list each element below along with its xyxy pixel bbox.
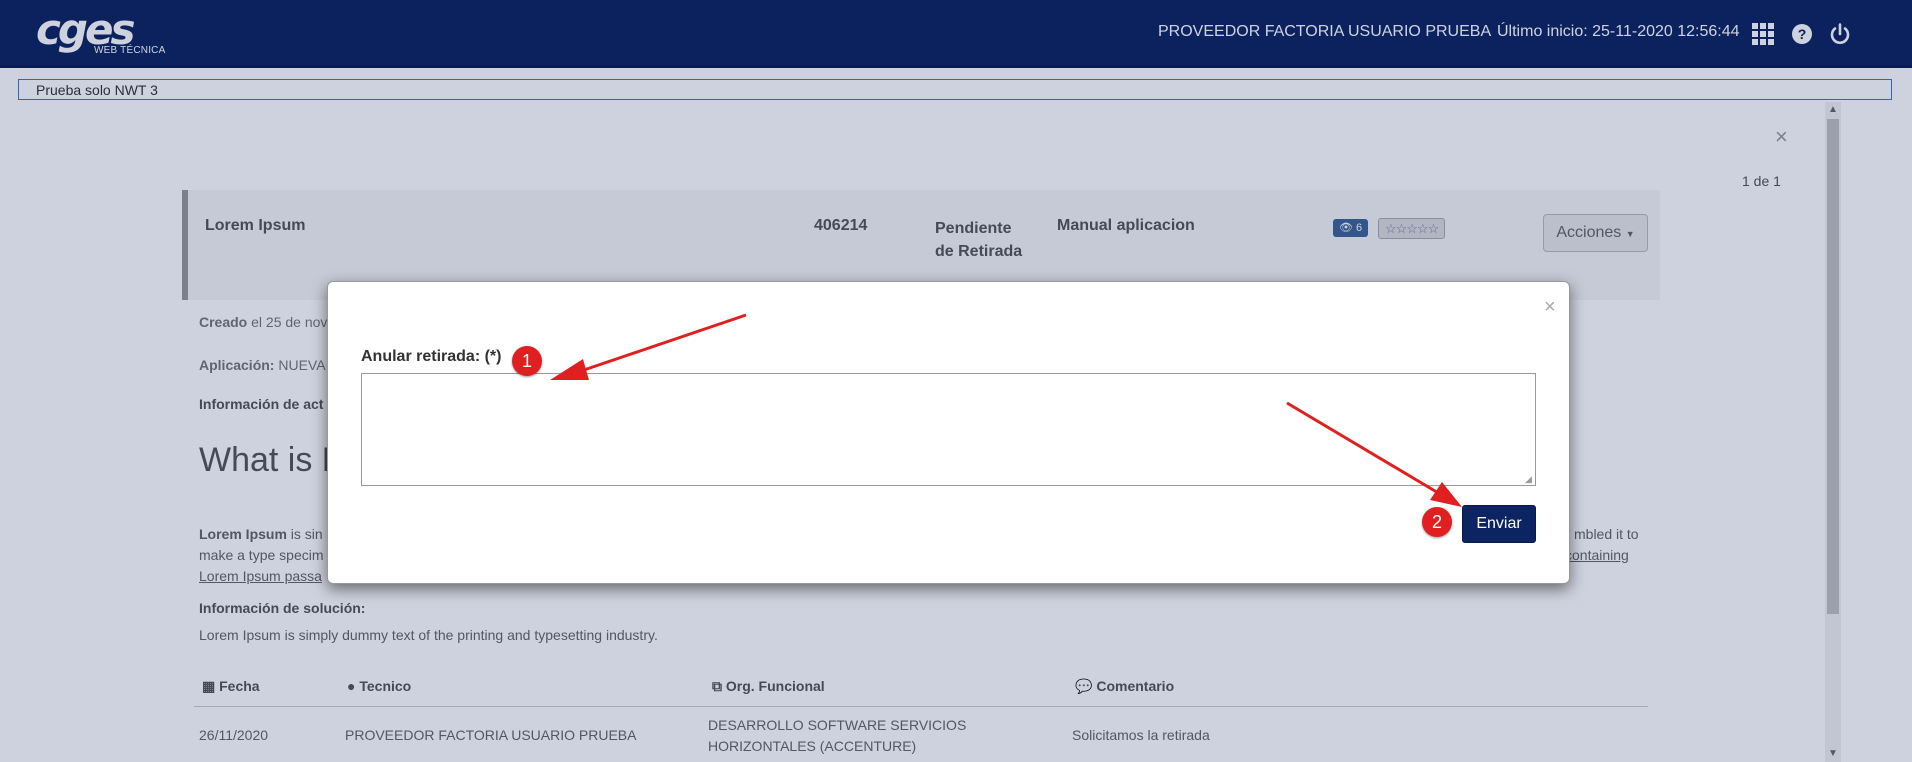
anular-retirada-label: Anular retirada: (*) bbox=[361, 348, 502, 365]
annotation-marker-1: 1 bbox=[512, 346, 542, 376]
modal-close-button[interactable]: × bbox=[1544, 296, 1556, 319]
anular-retirada-modal: × Anular retirada: (*) ◢ Enviar bbox=[327, 281, 1570, 584]
enviar-button[interactable]: Enviar bbox=[1462, 505, 1536, 543]
annotation-marker-2: 2 bbox=[1422, 507, 1452, 537]
resize-grip-icon[interactable]: ◢ bbox=[1525, 475, 1534, 484]
anular-retirada-textarea[interactable] bbox=[361, 373, 1536, 486]
